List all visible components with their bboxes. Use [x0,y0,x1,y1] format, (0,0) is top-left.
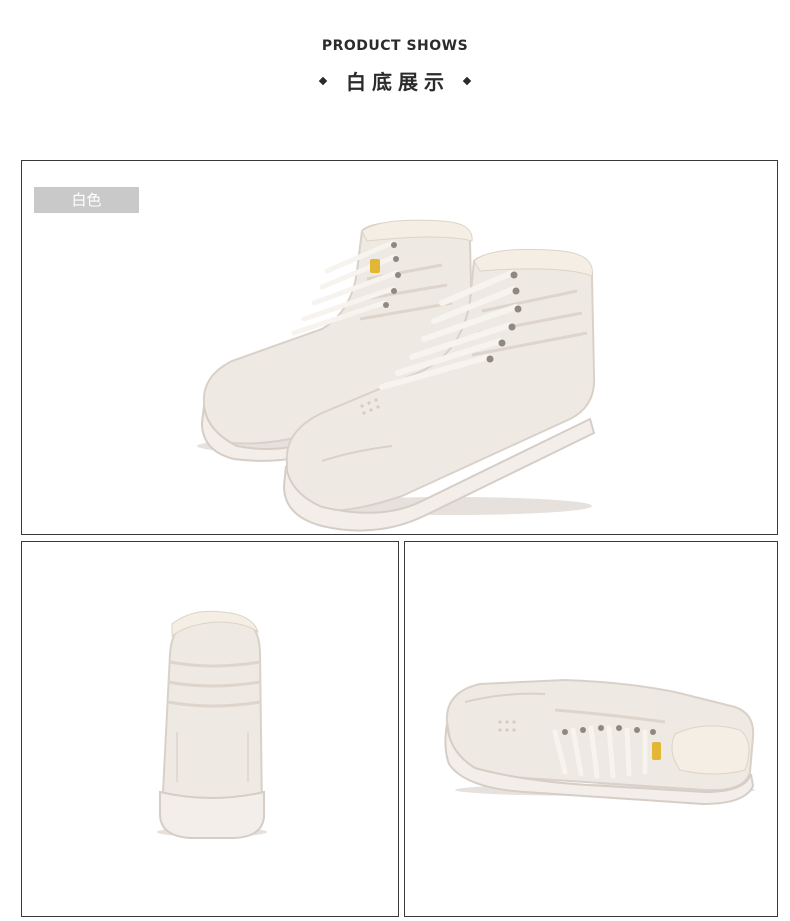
product-image-panel-front[interactable]: 白色 [21,160,778,535]
sneaker-side-view-image [444,678,755,806]
page-title-cn-row: 白底展示 [0,66,790,95]
sneaker-back-view-image [157,610,267,839]
diamond-bullet-icon [462,76,472,85]
sneaker-pair-image [197,219,596,532]
diamond-bullet-icon [318,76,328,85]
product-image-panel-side[interactable] [404,541,778,917]
product-image-panel-back[interactable] [21,541,399,917]
page-title-en: PRODUCT SHOWS [321,38,469,54]
page-title-cn: 白底展示 [346,70,450,94]
